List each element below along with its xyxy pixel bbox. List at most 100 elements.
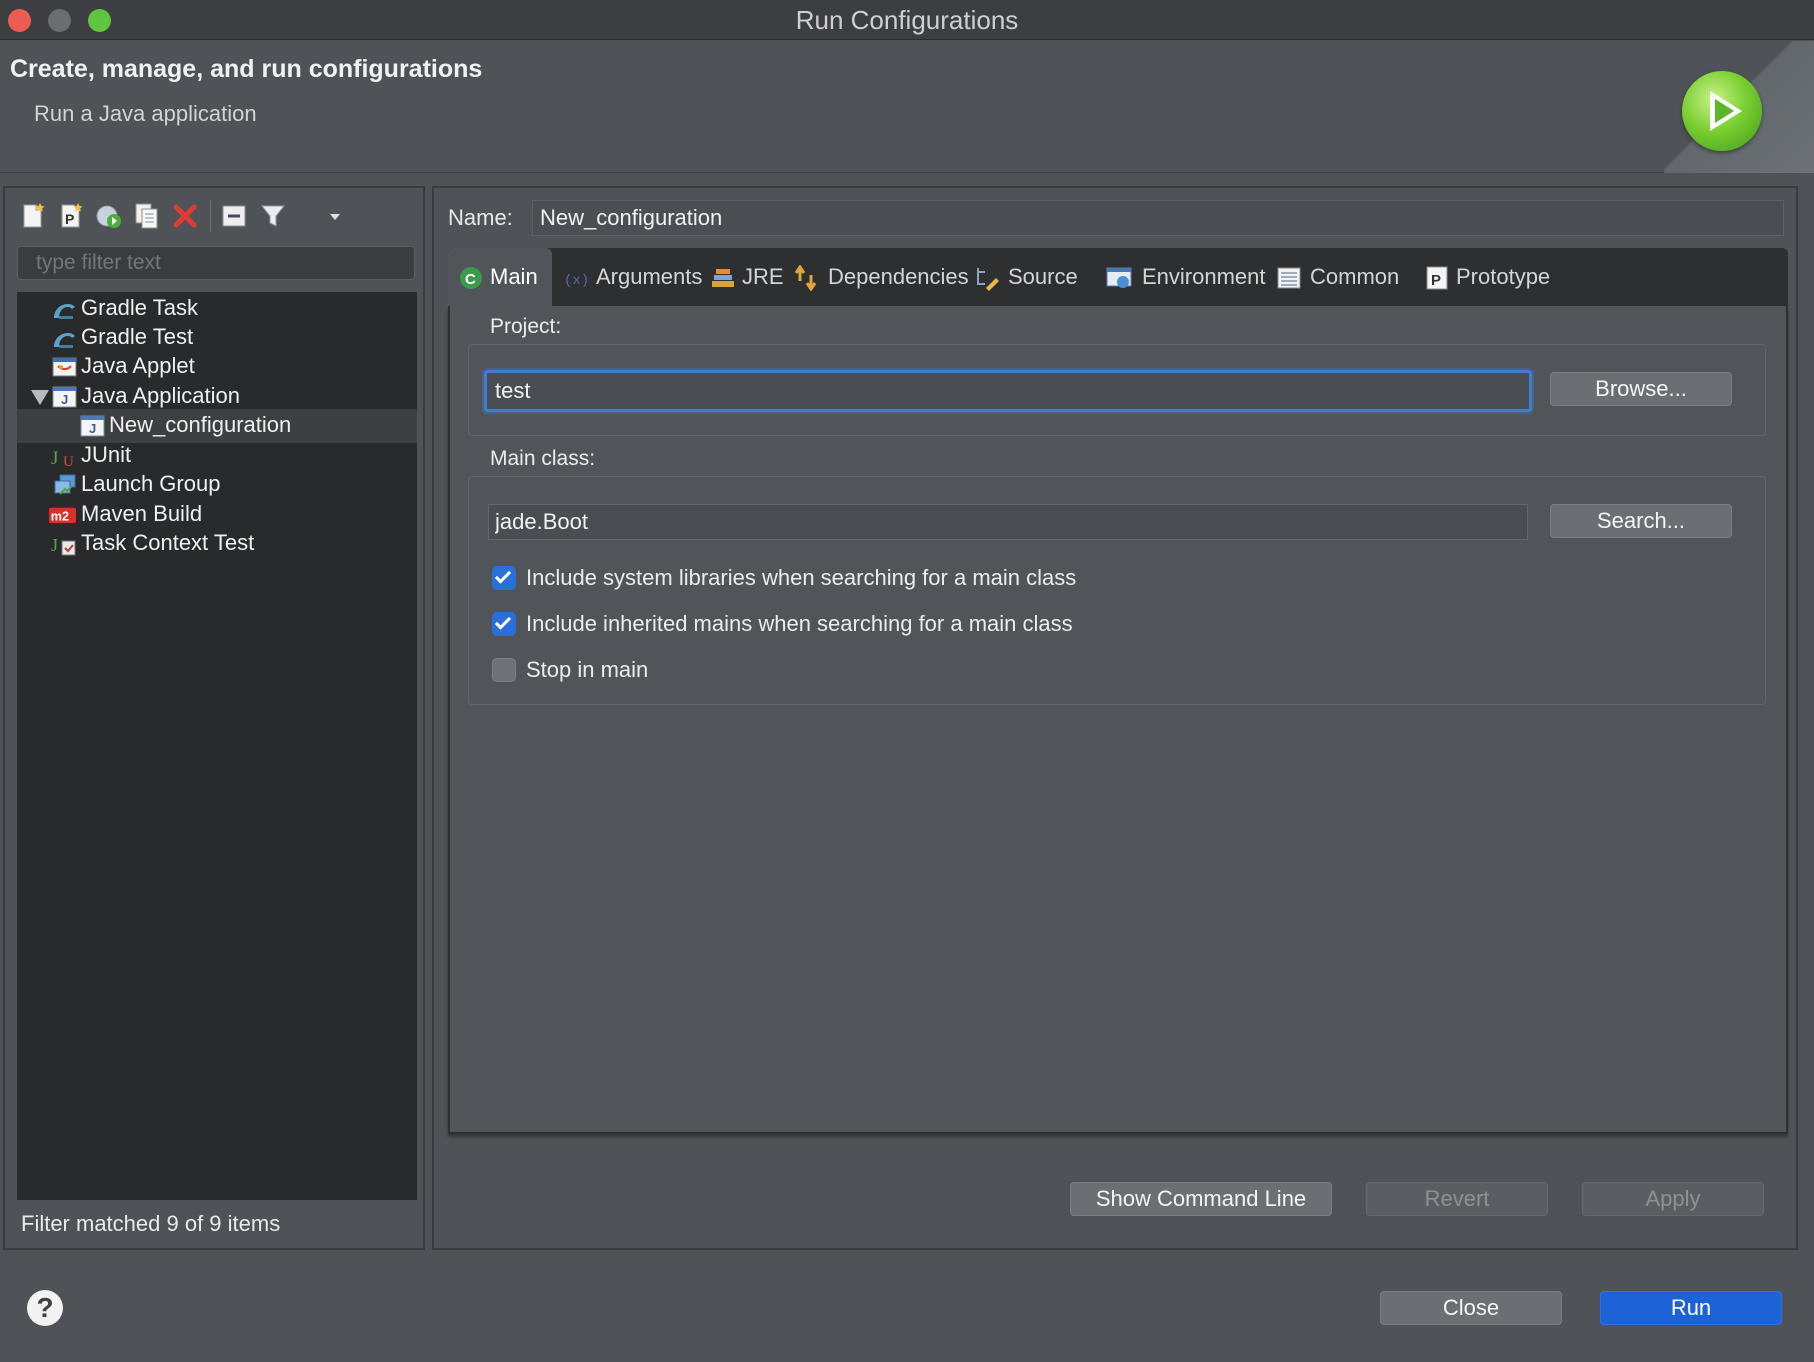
junit-icon: J U (51, 448, 74, 469)
project-input[interactable] (484, 370, 1532, 412)
svg-text:P: P (65, 211, 74, 227)
tree-item-label: Task Context Test (81, 530, 255, 555)
main-class-label: Main class: (490, 447, 596, 470)
filter-icon[interactable] (259, 202, 287, 230)
close-button[interactable]: Close (1380, 1291, 1562, 1325)
browse-button[interactable]: Browse... (1550, 372, 1732, 406)
tree-item-label: Java Application (81, 383, 240, 408)
tree-item-label: Maven Build (81, 501, 203, 526)
delete-icon[interactable] (171, 202, 199, 230)
svg-text:P: P (1431, 272, 1441, 289)
svg-text:m2: m2 (51, 509, 69, 523)
tree-item-label: Launch Group (81, 471, 221, 496)
tab-source[interactable]: Source (966, 248, 1086, 308)
show-command-line-button[interactable]: Show Command Line (1070, 1182, 1332, 1216)
configuration-editor: Name: C Main (x)= Arguments (432, 186, 1798, 1250)
export-icon[interactable] (95, 202, 123, 230)
configurations-toolbar: P (13, 196, 413, 236)
gradle-icon (54, 304, 75, 319)
tab-arguments[interactable]: (x)= Arguments (554, 248, 724, 308)
jre-library-icon (712, 269, 734, 287)
svg-text:U: U (63, 454, 74, 469)
environment-icon (1106, 267, 1132, 288)
svg-text:J: J (89, 421, 96, 436)
configurations-panel: P type filter text Gradle Task Gradle Te… (3, 186, 425, 1250)
dependencies-icon (794, 265, 817, 291)
header-subtitle: Run a Java application (34, 101, 257, 126)
tab-label: Prototype (1456, 264, 1551, 289)
tab-label: Dependencies (828, 264, 969, 289)
revert-button[interactable]: Revert (1366, 1182, 1548, 1216)
tree-item-launch-group[interactable]: Launch Group (17, 468, 417, 502)
stop-in-main-label: Stop in main (526, 657, 649, 682)
main-class-input[interactable] (488, 504, 1528, 540)
filter-status: Filter matched 9 of 9 items (21, 1211, 281, 1236)
java-application-icon: J (80, 415, 105, 437)
tree-item-task-context-test[interactable]: J Task Context Test (17, 527, 417, 561)
collapse-triangle-icon[interactable] (31, 390, 49, 405)
filter-input[interactable] (17, 246, 415, 280)
java-application-icon: J (52, 386, 77, 408)
search-button[interactable]: Search... (1550, 504, 1732, 538)
main-class-icon: C (460, 267, 482, 289)
launch-group-icon (54, 474, 76, 495)
tab-common[interactable]: Common (1268, 248, 1408, 308)
tab-main[interactable]: C Main (448, 248, 552, 308)
run-button[interactable]: Run (1600, 1291, 1782, 1325)
name-label: Name: (448, 205, 513, 230)
tab-jre[interactable]: JRE (702, 248, 792, 308)
tree-item-label: JUnit (81, 442, 132, 467)
new-prototype-icon[interactable]: P (57, 202, 85, 230)
configuration-tabs: C Main (x)= Arguments JRE (448, 248, 1788, 308)
arguments-icon: (x)= (564, 273, 590, 289)
tab-label: Main (490, 264, 538, 289)
dialog-header: Create, manage, and run configurations R… (0, 41, 1814, 173)
include-system-libraries-label: Include system libraries when searching … (526, 565, 1077, 590)
stop-in-main-checkbox[interactable] (492, 658, 516, 682)
svg-text:J: J (51, 448, 58, 469)
header-title: Create, manage, and run configurations (10, 55, 483, 83)
help-icon[interactable]: ? (27, 1290, 63, 1326)
project-label: Project: (490, 315, 562, 338)
run-play-icon (1682, 71, 1762, 151)
configuration-name-input[interactable] (532, 200, 1784, 236)
run-configurations-window: Run Configurations Create, manage, and r… (0, 0, 1814, 1362)
tab-label: JRE (742, 264, 784, 289)
tree-item-label: Gradle Task (81, 295, 198, 320)
apply-button[interactable]: Apply (1582, 1182, 1764, 1216)
maven-icon: m2 (49, 507, 76, 523)
new-launch-configuration-icon[interactable] (19, 202, 47, 230)
collapse-all-icon[interactable] (220, 202, 248, 230)
tree-item-new-configuration[interactable]: J New_configuration (17, 409, 417, 443)
prototype-icon: P (1426, 266, 1448, 290)
tree-item-label: New_configuration (109, 412, 292, 437)
include-inherited-mains-checkbox[interactable] (492, 612, 516, 636)
tab-prototype[interactable]: P Prototype (1416, 248, 1576, 308)
svg-text:J: J (51, 535, 58, 555)
tab-dependencies[interactable]: Dependencies (786, 248, 969, 308)
window-title: Run Configurations (795, 5, 1019, 35)
configuration-tree[interactable]: Gradle Task Gradle Test Java Applet J Ja… (17, 292, 417, 1200)
filter-dropdown-arrow-icon[interactable] (330, 214, 340, 220)
tree-item-label: Gradle Test (81, 324, 194, 349)
include-inherited-mains-label: Include inherited mains when searching f… (526, 611, 1073, 636)
java-applet-icon (52, 357, 77, 377)
tree-item-java-applet[interactable]: Java Applet (17, 350, 417, 384)
source-lookup-icon (977, 268, 999, 291)
tree-item-label: Java Applet (81, 353, 195, 378)
common-icon (1277, 267, 1301, 289)
duplicate-icon[interactable] (133, 202, 161, 230)
gradle-icon (54, 333, 75, 348)
tab-label: Common (1310, 264, 1400, 289)
task-context-test-icon: J (51, 535, 76, 556)
svg-text:C: C (465, 271, 476, 288)
include-system-libraries-checkbox[interactable] (492, 566, 516, 590)
tab-label: Arguments (596, 264, 703, 289)
svg-text:J: J (61, 392, 68, 407)
tab-label: Environment (1142, 264, 1266, 289)
tab-environment[interactable]: Environment (1098, 248, 1268, 308)
title-bar: Run Configurations (0, 0, 1814, 40)
svg-text:(x)=: (x)= (564, 273, 590, 289)
toolbar-separator (210, 200, 211, 232)
tab-label: Source (1008, 264, 1078, 289)
